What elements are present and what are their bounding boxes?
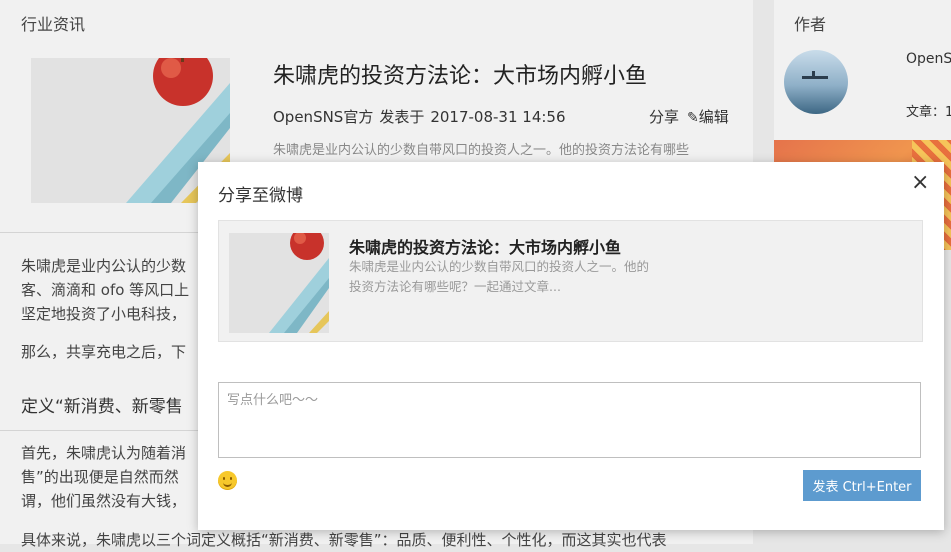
- mouth-icon: [223, 480, 232, 487]
- dialog-title: 分享至微博: [218, 186, 303, 206]
- smiley-face-icon[interactable]: [218, 471, 237, 490]
- apple-notebook-image: [229, 233, 329, 333]
- shared-article-card: 朱啸虎的投资方法论：大市场内孵小鱼 朱啸虎是业内公认的少数自带风口的投资人之一。…: [218, 220, 923, 342]
- card-title: 朱啸虎的投资方法论：大市场内孵小鱼: [349, 238, 622, 257]
- share-weibo-dialog: 分享至微博 × 朱啸虎的投资方法论：大市场内孵小鱼 朱啸虎是业内公认的少数自带风…: [198, 162, 944, 530]
- card-thumbnail: [229, 233, 329, 333]
- card-description: 朱啸虎是业内公认的少数自带风口的投资人之一。他的投资方法论有哪些呢？一起通过文章…: [349, 259, 650, 294]
- publish-button[interactable]: 发表 Ctrl+Enter: [803, 470, 921, 501]
- close-icon[interactable]: ×: [911, 172, 929, 194]
- comment-input[interactable]: [218, 382, 921, 458]
